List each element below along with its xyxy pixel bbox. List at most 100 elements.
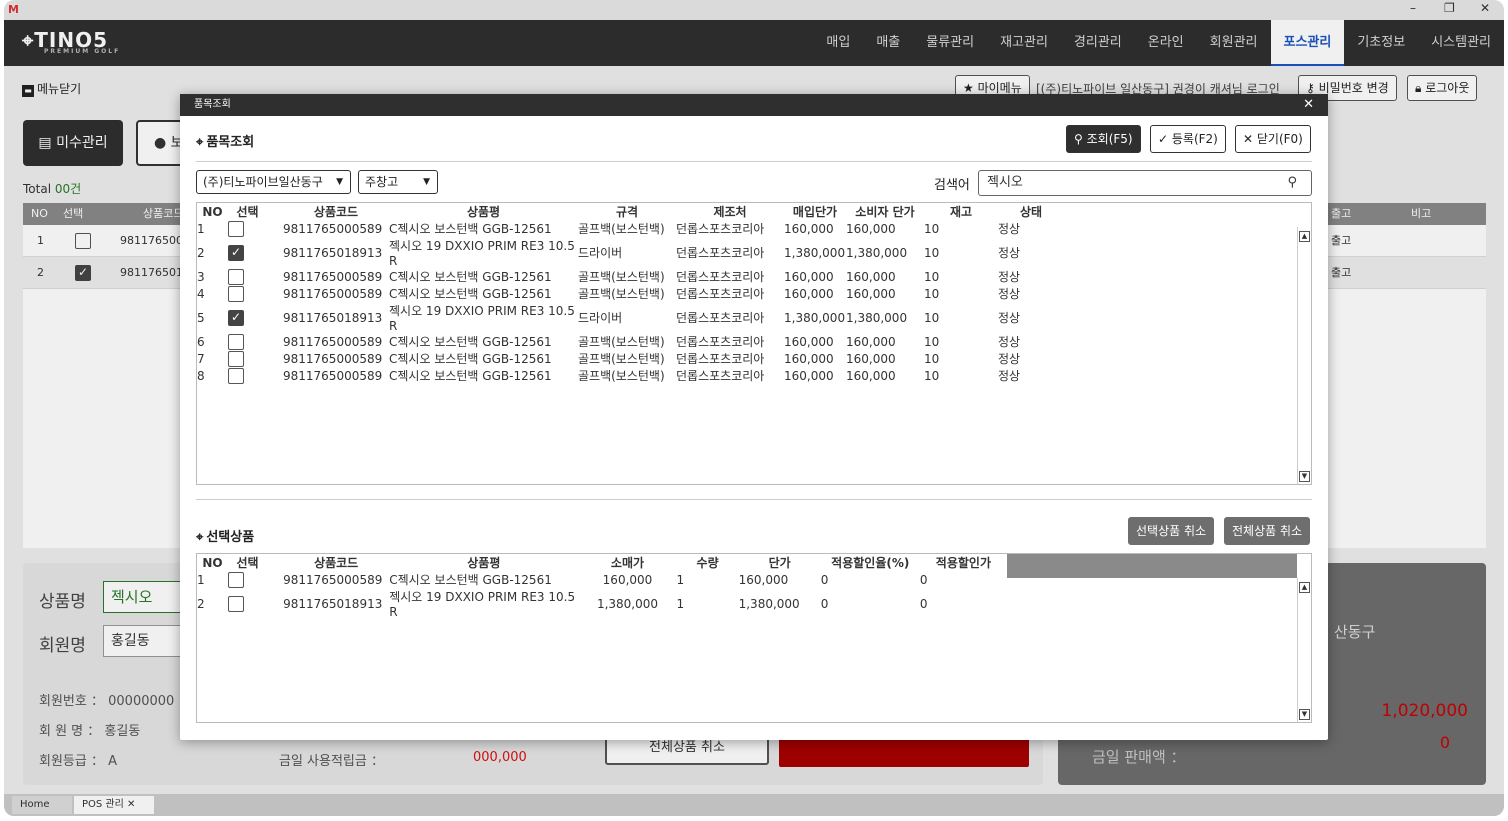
scroll-up-icon[interactable]: ▲ [1299, 231, 1310, 242]
item-code: 9811765000589 [283, 221, 383, 236]
item-consumer-price: 160,000 [846, 221, 896, 236]
modal-close-icon[interactable]: ✕ [1303, 94, 1314, 116]
item-maker: 던롭스포츠코리아 [676, 246, 765, 260]
item-no: 7 [197, 351, 205, 366]
item-select-cell: ✓ [228, 302, 283, 333]
sel-col-select: 선택 [228, 554, 283, 571]
col-name: 상품평 [466, 205, 501, 219]
item-no: 6 [197, 334, 205, 349]
sel-col-code: 상품코드 [314, 556, 359, 570]
item-status: 정상 [998, 352, 1021, 366]
sel-header-fill [1007, 554, 1297, 578]
sel-name: 젝시오 19 DXXIO PRIM RE3 10.5 R [389, 590, 576, 619]
section-selected-items: ⌖ 선택상품 [196, 526, 254, 545]
selected-grid-scrollbar[interactable]: ▲ ▼ [1297, 578, 1311, 722]
store-select[interactable]: (주)티노파이브일산동구 ▼ [196, 170, 351, 194]
register-button-label: 등록(F2) [1171, 132, 1218, 146]
selected-table: NO 선택 상품코드 상품평 소매가 수량 단가 적용할인율(%) 적용할인가 … [197, 554, 1007, 620]
select-all-checkbox[interactable] [261, 206, 275, 219]
warehouse-select-value: 주창고 [365, 175, 399, 189]
scroll-down-icon[interactable]: ▼ [1299, 471, 1310, 482]
item-empty [1064, 333, 1295, 350]
item-code: 9811765018913 [283, 245, 383, 260]
item-checkbox[interactable] [228, 367, 244, 384]
item-checkbox[interactable] [228, 333, 244, 350]
item-row[interactable]: 2 ✓ 9811765018913 젝시오 19 DXXIO PRIM RE3 10.… [197, 237, 1295, 268]
close-button[interactable]: ✕ 닫기(F0) [1235, 125, 1311, 153]
item-consumer-price: 1,380,000 [846, 245, 908, 260]
item-select-cell [228, 285, 283, 302]
item-stock: 10 [924, 269, 940, 284]
item-empty [1064, 367, 1295, 384]
item-row[interactable]: 6 9811765000589 C젝시오 보스턴백 GGB-12561 골프백(보스턴… [197, 333, 1295, 350]
item-consumer-price: 160,000 [846, 368, 896, 383]
item-checkbox[interactable]: ✓ [228, 244, 244, 261]
search-button[interactable]: ⚲ 조회(F5) [1066, 125, 1141, 153]
item-spec: 드라이버 [578, 311, 623, 325]
item-search-modal: 품목조회 ✕ ⌖ 품목조회 ⚲ 조회(F5) ✓ 등록(F2) ✕ 닫기(F0) … [180, 94, 1328, 740]
search-button-label: 조회(F5) [1086, 132, 1133, 146]
item-maker: 던롭스포츠코리아 [676, 222, 765, 236]
item-row[interactable]: 3 9811765000589 C젝시오 보스턴백 GGB-12561 골프백(보스턴… [197, 268, 1295, 285]
item-name: C젝시오 보스턴백 GGB-12561 [389, 222, 552, 236]
sel-checkbox[interactable] [228, 595, 245, 612]
sel-qty: 1 [676, 572, 685, 587]
select-all-checkbox[interactable] [261, 557, 275, 570]
item-checkbox[interactable] [228, 268, 244, 285]
item-code: 9811765000589 [283, 368, 383, 383]
selected-row[interactable]: 2 9811765018913 젝시오 19 DXXIO PRIM RE3 10.5… [197, 588, 1007, 619]
item-no: 5 [197, 310, 205, 325]
item-stock: 10 [924, 334, 940, 349]
sel-checkbox[interactable] [228, 571, 245, 588]
item-status: 정상 [998, 369, 1021, 383]
item-buy-price: 160,000 [784, 221, 834, 236]
sel-name: C젝시오 보스턴백 GGB-12561 [389, 573, 552, 587]
item-row[interactable]: 5 ✓ 9811765018913 젝시오 19 DXXIO PRIM RE3 10.… [197, 302, 1295, 333]
sel-col-retail: 소매가 [610, 556, 645, 570]
item-row[interactable]: 4 9811765000589 C젝시오 보스턴백 GGB-12561 골프백(보스턴… [197, 285, 1295, 302]
warehouse-select[interactable]: 주창고 ▼ [358, 170, 438, 194]
search-input-value: 젝시오 [987, 175, 1023, 190]
item-checkbox[interactable] [228, 220, 244, 237]
sel-col-select-label: 선택 [236, 556, 259, 570]
cancel-all-button[interactable]: 전체상품 취소 [1224, 517, 1311, 545]
search-input[interactable]: 젝시오 ⚲ [978, 170, 1312, 196]
col-spec: 규격 [615, 205, 639, 219]
item-no: 3 [197, 269, 205, 284]
item-row[interactable]: 8 9811765000589 C젝시오 보스턴백 GGB-12561 골프백(보스턴… [197, 367, 1295, 384]
section-title: 선택상품 [206, 530, 255, 545]
chevron-down-icon: ▼ [423, 177, 430, 187]
item-checkbox[interactable] [228, 285, 244, 302]
sel-col-name: 상품평 [467, 556, 501, 570]
item-checkbox[interactable] [228, 350, 244, 367]
item-buy-price: 1,380,000 [784, 310, 846, 325]
search-icon: ⚲ [1074, 132, 1087, 146]
item-code: 9811765000589 [283, 334, 383, 349]
check-icon: ✓ [1158, 132, 1172, 146]
item-grid-scrollbar[interactable]: ▲ ▼ [1297, 227, 1311, 484]
scroll-down-icon[interactable]: ▼ [1299, 709, 1310, 720]
item-row[interactable]: 7 9811765000589 C젝시오 보스턴백 GGB-12561 골프백(보스턴… [197, 350, 1295, 367]
item-maker: 던롭스포츠코리아 [676, 369, 765, 383]
magnifier-icon[interactable]: ⚲ [1287, 171, 1297, 195]
sel-unit: 160,000 [738, 572, 789, 587]
item-spec: 골프백(보스턴백) [578, 287, 665, 301]
register-button[interactable]: ✓ 등록(F2) [1150, 125, 1226, 153]
section-title: 품목조회 [206, 135, 255, 150]
divider [196, 161, 1312, 162]
close-icon: ✕ [1243, 132, 1257, 146]
scroll-up-icon[interactable]: ▲ [1299, 582, 1310, 593]
selected-row[interactable]: 1 9811765000589 C젝시오 보스턴백 GGB-12561 160,000… [197, 571, 1007, 588]
item-checkbox[interactable]: ✓ [228, 309, 244, 326]
item-consumer-price: 1,380,000 [846, 310, 908, 325]
item-row[interactable]: 1 9811765000589 C젝시오 보스턴백 GGB-12561 골프백(보스턴… [197, 220, 1295, 237]
item-status: 정상 [998, 311, 1021, 325]
sel-select-cell [228, 588, 283, 619]
search-label: 검색어 [934, 178, 970, 193]
section-icon: ⌖ [196, 530, 204, 545]
item-maker: 던롭스포츠코리아 [676, 287, 765, 301]
cancel-selected-button[interactable]: 선택상품 취소 [1128, 517, 1215, 545]
item-select-cell [228, 268, 283, 285]
item-empty [1064, 285, 1295, 302]
item-stock: 10 [924, 368, 940, 383]
